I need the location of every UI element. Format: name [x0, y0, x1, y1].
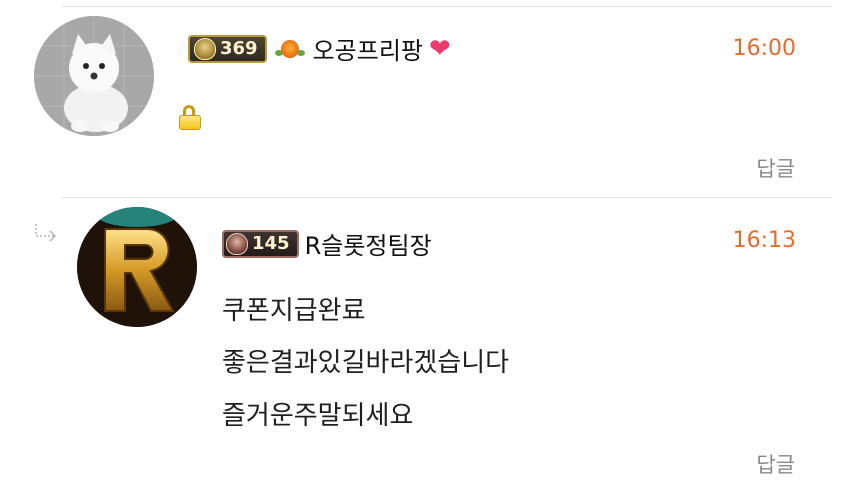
comment-text-line: 좋은결과있길바라겠습니다 [222, 348, 510, 378]
pomeranian-avatar-icon [34, 16, 154, 136]
avatar[interactable] [34, 16, 154, 136]
comment-text-line: 즐거운주말되세요 [222, 401, 414, 431]
letter-r-avatar-icon [77, 207, 197, 327]
lock-icon [177, 103, 203, 131]
comment-time: 16:13 [732, 228, 796, 253]
level-number: 369 [220, 38, 258, 59]
level-number: 145 [252, 233, 290, 254]
shield-icon [226, 232, 248, 255]
comment-text-line: 쿠폰지급완료 [222, 296, 366, 326]
avatar[interactable] [77, 207, 197, 327]
author-nickname[interactable]: 오공프리팡 [313, 31, 423, 66]
flower-icon [273, 34, 307, 64]
reply-button[interactable]: 답글 [756, 449, 795, 479]
comment-item: 369 오공프리팡 ❤ 16:00 답글 [0, 0, 850, 196]
author-row: 369 오공프리팡 ❤ [188, 31, 451, 66]
shield-icon [194, 37, 216, 60]
author-row: 145 R슬롯정팀장 [222, 226, 432, 261]
comment-time: 16:00 [732, 36, 796, 61]
author-nickname[interactable]: R슬롯정팀장 [305, 226, 432, 261]
heart-icon: ❤ [428, 33, 451, 64]
reply-button[interactable]: 답글 [756, 153, 795, 183]
level-badge: 369 [188, 34, 267, 63]
level-badge: 145 [222, 229, 299, 258]
reply-arrow-icon [35, 224, 57, 242]
